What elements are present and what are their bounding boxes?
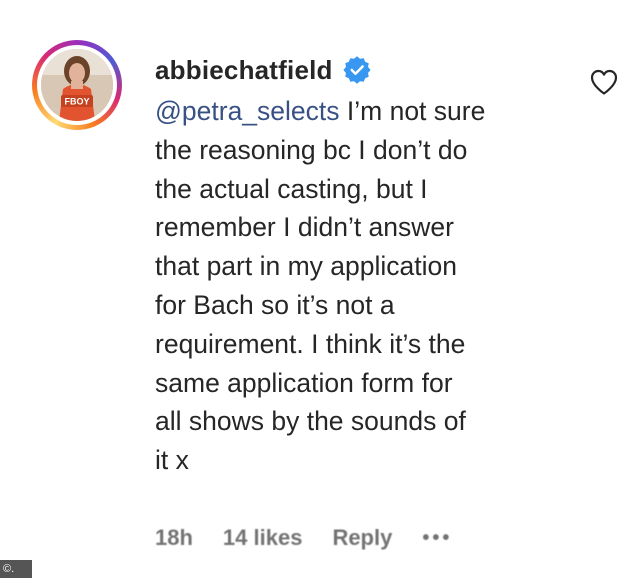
- username-link[interactable]: abbiechatfield: [155, 55, 333, 86]
- comment-meta: 18h 14 likes Reply •••: [155, 525, 482, 551]
- avatar-story-ring[interactable]: FBOY: [32, 40, 122, 130]
- comment-text: @petra_selects I’m not sure the reasonin…: [155, 92, 575, 480]
- avatar-badge-text: FBOY: [64, 97, 89, 107]
- comment-content: abbiechatfield @petra_selects I’m not su…: [155, 52, 575, 480]
- reply-button[interactable]: Reply: [332, 525, 392, 551]
- heart-icon[interactable]: [589, 68, 619, 96]
- verified-badge-icon: [343, 56, 371, 84]
- avatar-ring-gap: FBOY: [37, 45, 117, 125]
- more-options-icon[interactable]: •••: [422, 527, 452, 550]
- comment-item: FBOY abbiechatfield @petra_selects I’m n…: [0, 0, 634, 578]
- avatar-picture: FBOY: [41, 49, 113, 121]
- mention-link[interactable]: @petra_selects: [155, 96, 340, 126]
- comment-header: abbiechatfield: [155, 52, 575, 88]
- watermark: ©.: [0, 560, 32, 578]
- likes-count[interactable]: 14 likes: [223, 525, 303, 551]
- comment-timestamp[interactable]: 18h: [155, 525, 193, 551]
- avatar: FBOY: [41, 49, 113, 121]
- comment-body: I’m not sure the reasoning bc I don’t do…: [155, 96, 486, 476]
